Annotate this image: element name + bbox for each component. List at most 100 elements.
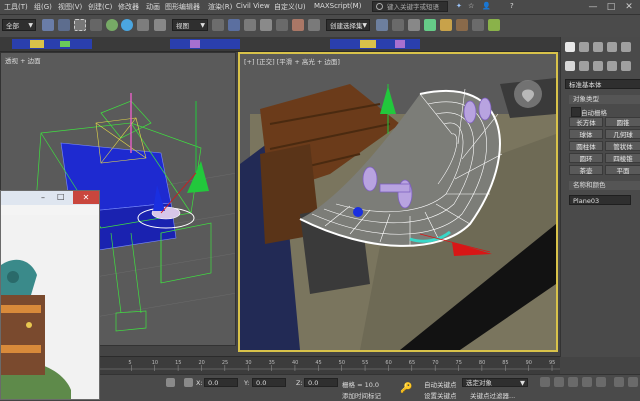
cameras-icon[interactable] — [607, 61, 617, 71]
create-tab-icon[interactable] — [565, 42, 575, 52]
mirror-icon[interactable] — [308, 19, 320, 31]
y-coordinate-field[interactable]: 0.0 — [252, 378, 286, 387]
schematic-view-icon[interactable] — [424, 19, 436, 31]
play-icon[interactable] — [568, 377, 578, 387]
orbit-icon[interactable] — [628, 377, 638, 387]
close-icon[interactable]: ✕ — [73, 191, 99, 204]
shapes-icon[interactable] — [579, 61, 589, 71]
rendered-frame-icon[interactable] — [472, 19, 484, 31]
teapot-button[interactable]: 茶壶 — [569, 165, 603, 175]
sphere-button[interactable]: 球体 — [569, 129, 603, 139]
zoom-icon[interactable] — [614, 377, 624, 387]
display-tab-icon[interactable] — [621, 42, 631, 52]
timeline-track[interactable]: 5 10 15 20 25 30 35 40 45 50 55 60 65 70 75 80 85 90 95 — [100, 356, 560, 375]
menu-customize[interactable]: 自定义(U) — [274, 2, 306, 12]
timeline-tick-label: 90 — [526, 360, 532, 366]
menu-rendering[interactable]: 渲染(R) — [208, 2, 232, 12]
pyramid-button[interactable]: 四棱锥 — [605, 153, 640, 163]
selected-object-dropdown[interactable]: 选定对象 ▼ — [462, 378, 528, 387]
menu-tools[interactable]: 工具(T) — [4, 2, 28, 12]
layer-explorer-icon[interactable] — [392, 19, 404, 31]
move-tool-icon[interactable] — [106, 19, 118, 31]
cylinder-button[interactable]: 圆柱体 — [569, 141, 603, 151]
viewport-orthographic-active[interactable]: [+] [正交] [平滑 + 高光 + 边面] — [238, 52, 558, 352]
scale-tool-icon[interactable] — [137, 19, 149, 31]
box-button[interactable]: 长方体 — [569, 117, 603, 127]
named-selection-set-dropdown[interactable]: 创建选择集 ▼ — [326, 19, 370, 31]
object-name-field[interactable]: Plane03 — [569, 195, 631, 205]
geometry-icon[interactable] — [565, 61, 575, 71]
percent-snap-icon[interactable] — [260, 19, 272, 31]
select-by-name-icon[interactable] — [58, 19, 70, 31]
rollout-name-color[interactable]: 名称和颜色 — [569, 181, 640, 190]
next-frame-icon[interactable] — [582, 377, 592, 387]
menu-group[interactable]: 组(G) — [34, 2, 52, 12]
rect-select-region-icon[interactable] — [74, 19, 86, 31]
modify-tab-icon[interactable] — [579, 42, 589, 52]
helpers-icon[interactable] — [621, 61, 631, 71]
select-object-icon[interactable] — [42, 19, 54, 31]
z-coordinate-field[interactable]: 0.0 — [304, 378, 338, 387]
timeline-tick-label: 75 — [456, 360, 462, 366]
x-coordinate-field[interactable]: 0.0 — [204, 378, 238, 387]
star-icon[interactable]: ☆ — [468, 2, 474, 10]
cone-button[interactable]: 圆锥 — [605, 117, 640, 127]
menu-civil-view[interactable]: Civil View — [236, 2, 270, 10]
window-crossing-icon[interactable] — [90, 19, 102, 31]
key-icon[interactable]: 🔑 — [400, 383, 412, 394]
material-editor-icon[interactable] — [440, 19, 452, 31]
maximize-icon[interactable]: □ — [57, 192, 67, 201]
geosphere-button[interactable]: 几何球 — [605, 129, 640, 139]
minimize-button[interactable]: — — [584, 1, 602, 13]
auto-key-button[interactable]: 自动关键点 — [424, 379, 457, 389]
tube-button[interactable]: 管状体 — [605, 141, 640, 151]
window-titlebar[interactable]: – □ ✕ — [1, 191, 99, 206]
key-filters-button[interactable]: 关键点过滤器... — [470, 390, 515, 400]
prev-frame-icon[interactable] — [554, 377, 564, 387]
curve-editor-icon[interactable] — [408, 19, 420, 31]
goto-end-icon[interactable] — [596, 377, 606, 387]
select-place-icon[interactable] — [154, 19, 166, 31]
snap-toggle-icon[interactable] — [228, 19, 240, 31]
menu-create[interactable]: 创建(C) — [88, 2, 112, 12]
reference-coordinate-dropdown[interactable]: 视图 ▼ — [172, 19, 208, 31]
torus-button[interactable]: 圆环 — [569, 153, 603, 163]
reference-image-window[interactable]: – □ ✕ — [0, 190, 100, 400]
geometry-category-dropdown[interactable]: 标准基本体 — [565, 79, 640, 89]
lock-selection-icon[interactable] — [166, 378, 175, 387]
grid-size-label: 栅格 = 10.0 — [342, 381, 380, 389]
rotate-tool-icon[interactable] — [121, 19, 133, 31]
menu-views[interactable]: 视图(V) — [58, 2, 82, 12]
menu-maxscript[interactable]: MAXScript(M) — [314, 2, 361, 10]
timeline-tick-label: 25 — [222, 360, 228, 366]
menu-animation[interactable]: 动画 — [146, 2, 160, 12]
timeline-tick-label: 50 — [339, 360, 345, 366]
exchange-icon[interactable]: ✦ — [456, 2, 462, 10]
close-button[interactable]: ✕ — [620, 1, 638, 13]
signin-icon[interactable]: 👤 — [482, 2, 491, 10]
minimize-icon[interactable]: – — [41, 193, 51, 202]
help-icon[interactable]: ? — [510, 2, 514, 10]
rollout-object-type[interactable]: 对象类型 — [569, 95, 640, 104]
menu-graph-editors[interactable]: 图形编辑器 — [165, 2, 200, 12]
search-input[interactable]: 键入关键字或短语 — [372, 1, 448, 12]
edit-named-selection-icon[interactable] — [292, 19, 304, 31]
spinner-snap-icon[interactable] — [276, 19, 288, 31]
render-setup-icon[interactable] — [456, 19, 468, 31]
motion-tab-icon[interactable] — [607, 42, 617, 52]
plane-button[interactable]: 平面 — [605, 165, 640, 175]
render-production-icon[interactable] — [488, 19, 500, 31]
maximize-button[interactable]: □ — [602, 1, 620, 13]
add-time-tag-label[interactable]: 添加时间标记 — [342, 390, 381, 400]
lights-icon[interactable] — [593, 61, 603, 71]
pivot-center-icon[interactable] — [212, 19, 224, 31]
autogrid-checkbox[interactable] — [571, 107, 581, 117]
set-key-button[interactable]: 设置关键点 — [424, 390, 457, 400]
selection-filter-dropdown[interactable]: 全部 ▼ — [2, 19, 36, 31]
goto-start-icon[interactable] — [540, 377, 550, 387]
hierarchy-tab-icon[interactable] — [593, 42, 603, 52]
menu-modifiers[interactable]: 修改器 — [118, 2, 139, 12]
angle-snap-icon[interactable] — [244, 19, 256, 31]
align-icon[interactable] — [376, 19, 388, 31]
absolute-mode-icon[interactable] — [184, 378, 193, 387]
